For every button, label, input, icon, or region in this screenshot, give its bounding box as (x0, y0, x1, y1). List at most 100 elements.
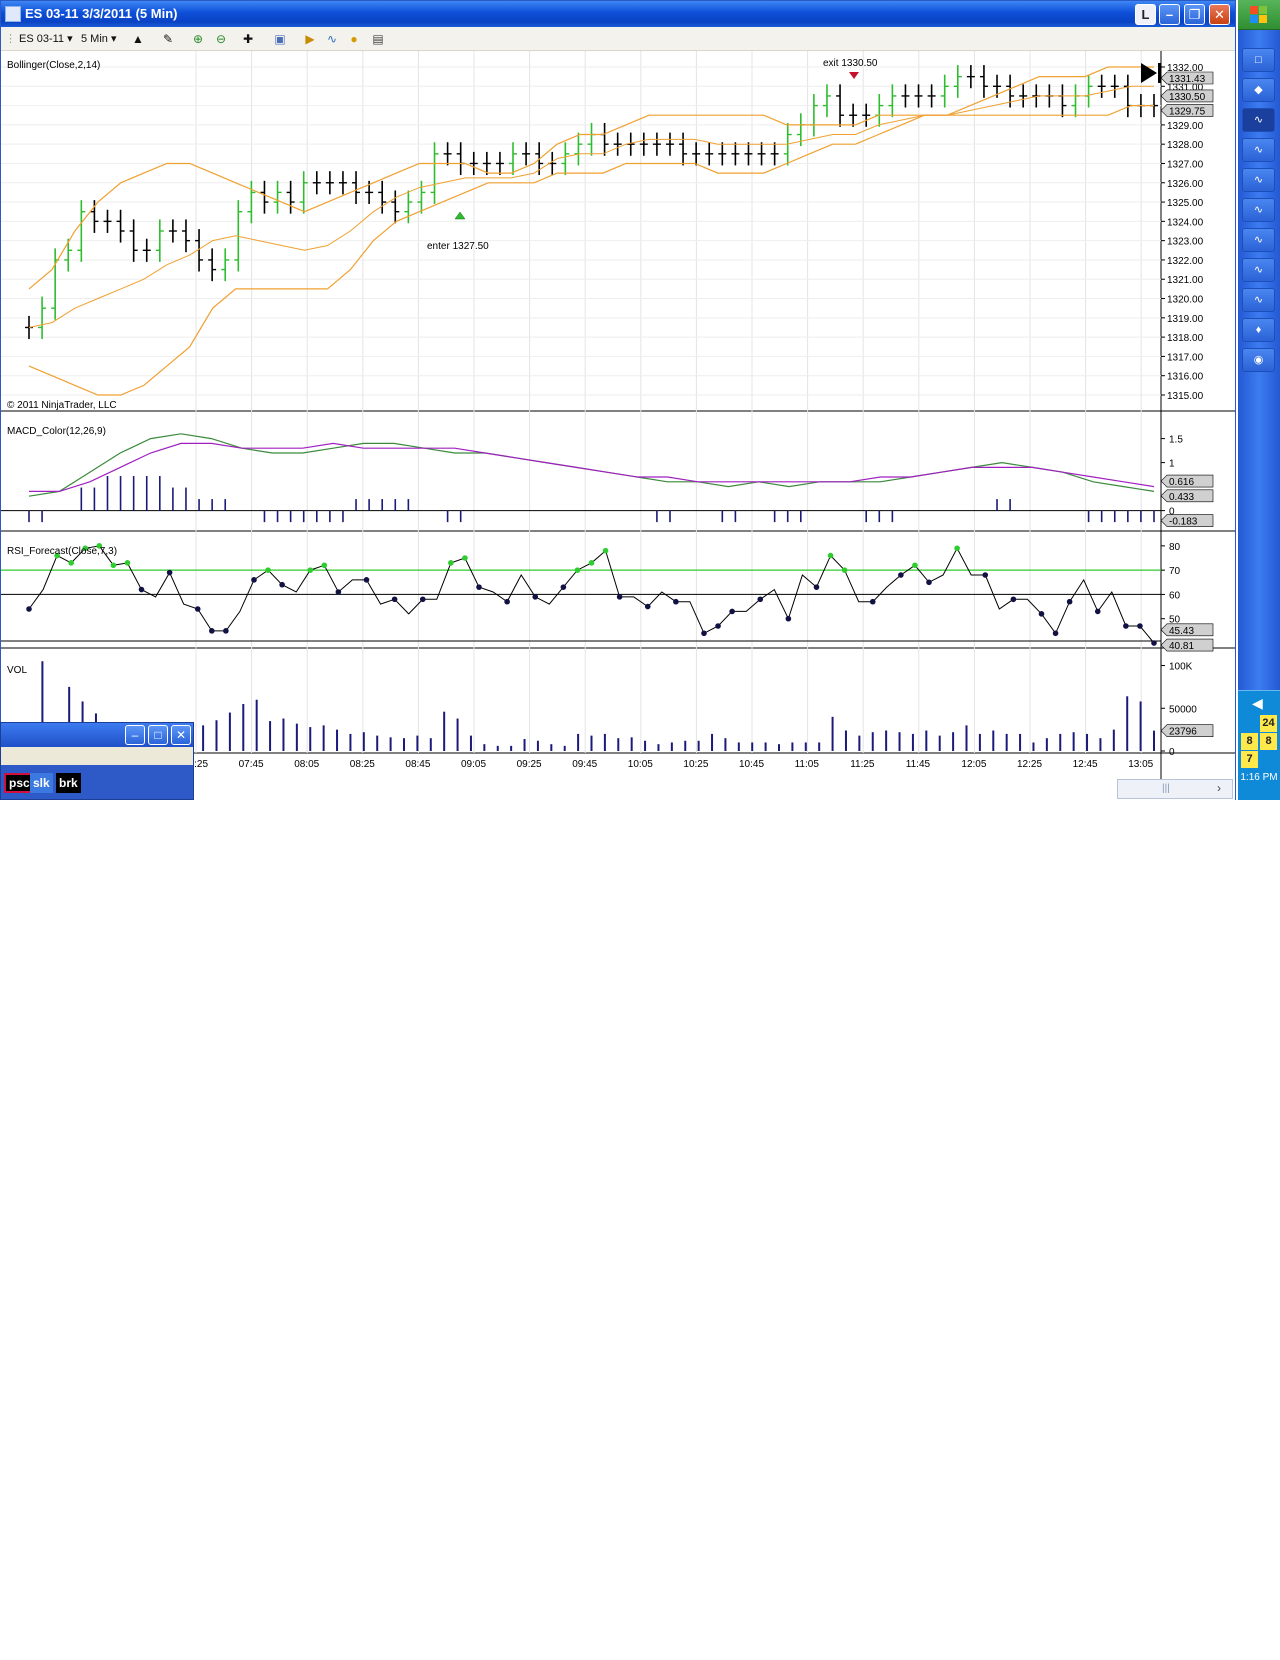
title-bar[interactable]: ES 03-11 3/3/2011 (5 Min) L – ❐ ✕ (1, 1, 1235, 27)
data-box-icon[interactable]: ▤ (371, 32, 385, 46)
scroll-thumb-grip[interactable]: ||| (1162, 783, 1170, 794)
rsi-dot (209, 628, 215, 634)
task-item-firefox[interactable]: ◉ (1242, 348, 1275, 372)
tray-number-1[interactable]: 24 (1260, 715, 1277, 732)
properties-icon[interactable]: ▣ (273, 32, 287, 46)
zoom-in-icon[interactable]: ⊕ (191, 32, 205, 46)
indicators-icon[interactable]: ∿ (325, 32, 339, 46)
start-button[interactable] (1238, 0, 1280, 30)
rsi-dot (279, 581, 285, 588)
price-tick-label: 1329.00 (1167, 121, 1204, 132)
rsi-dot (673, 598, 679, 605)
task-item-chart-5[interactable]: ∿ (1242, 228, 1275, 252)
task-item-window-1[interactable]: □ (1242, 48, 1275, 72)
window-title: ES 03-11 3/3/2011 (5 Min) (25, 6, 178, 21)
task-item-chart-7[interactable]: ∿ (1242, 288, 1275, 312)
rsi-dot (954, 545, 960, 552)
instrument-selector[interactable]: ES 03-11 ▾ (19, 27, 73, 51)
rsi-dot (138, 586, 145, 593)
restore-icon[interactable]: ❐ (1184, 4, 1205, 25)
floating-window-titlebar[interactable]: – □ ✕ (1, 723, 193, 747)
rsi-dot (419, 596, 426, 603)
rsi-dot (982, 572, 989, 578)
tray-number-2[interactable]: 8 (1241, 733, 1258, 750)
rsi-dot (715, 623, 721, 629)
taskbar: □ ◆ ∿ ∿ ∿ ∿ ∿ ∿ ∿ ♦ ◉ ◀ 24 8 8 7 1:16 PM (1238, 0, 1280, 800)
price-tick-label: 1318.00 (1167, 333, 1204, 344)
horizontal-scrollbar[interactable]: ||| (1117, 779, 1233, 799)
rsi-dot (504, 598, 510, 605)
rsi-dot (1010, 596, 1017, 603)
rsi-dot (602, 547, 609, 554)
rsi-dot (476, 584, 482, 590)
volume-panel-label: VOL (7, 665, 27, 676)
time-label: 07:45 (239, 759, 264, 770)
rsi-dot (26, 606, 32, 612)
tag-slk[interactable]: slk (30, 773, 53, 793)
price-tick-label: 1326.00 (1167, 179, 1204, 190)
chart-window-icon (5, 6, 21, 22)
task-item-chart-3[interactable]: ∿ (1242, 168, 1275, 192)
rsi-dot (1094, 608, 1101, 615)
price-badge-lower: 1329.75 (1169, 106, 1206, 117)
tag-brk[interactable]: brk (56, 773, 81, 793)
macd-tick-label: 1.5 (1169, 435, 1183, 446)
time-label: 08:45 (405, 759, 430, 770)
instrument-label: ES 03-11 (19, 33, 65, 45)
floating-minimize-icon[interactable]: – (125, 725, 145, 745)
macd-badge-histogram: -0.183 (1169, 517, 1198, 528)
task-item-chart-6[interactable]: ∿ (1242, 258, 1275, 282)
rsi-dot (785, 615, 792, 622)
task-item-window-2[interactable]: ◆ (1242, 78, 1275, 102)
price-tick-label: 1328.00 (1167, 140, 1204, 151)
macd-tick-label: 1 (1169, 459, 1175, 470)
scroll-right-icon[interactable]: › (1217, 781, 1221, 795)
task-item-chart-4[interactable]: ∿ (1242, 198, 1275, 222)
exit-annotation: exit 1330.50 (823, 58, 878, 69)
tray-number-4[interactable]: 7 (1241, 751, 1258, 768)
task-item-chart-2[interactable]: ∿ (1242, 138, 1275, 162)
task-item-chart-active[interactable]: ∿ (1242, 108, 1275, 132)
chart-area[interactable]: 07:25 07:45 08:05 08:25 08:45 09:05 09:25 09:45… (1, 51, 1235, 801)
floating-close-icon[interactable]: ✕ (171, 725, 191, 745)
macd-badge-signal: 0.433 (1169, 492, 1194, 503)
price-tick-label: 1322.00 (1167, 256, 1204, 267)
task-item-app[interactable]: ♦ (1242, 318, 1275, 342)
price-tick-label: 1315.00 (1167, 391, 1204, 402)
interval-selector[interactable]: 5 Min ▾ (81, 27, 116, 51)
time-label: 11:05 (795, 759, 820, 770)
tray-expand-icon[interactable]: ◀ (1252, 695, 1263, 712)
rsi-dot (124, 560, 131, 566)
minimize-icon[interactable]: – (1159, 4, 1180, 25)
rsi-tick-label: 70 (1169, 566, 1181, 577)
chart-toolbar: ⋮ ES 03-11 ▾ 5 Min ▾ ▲ ✎ ⊕ ⊖ ✚ ▣ ▶ ∿ ● ▤ (1, 27, 1235, 51)
price-tick-label: 1321.00 (1167, 275, 1204, 286)
time-label: 11:25 (850, 759, 875, 770)
rsi-dot (926, 579, 932, 586)
currency-icon[interactable]: ● (347, 32, 361, 46)
rsi-dot (574, 567, 581, 573)
strategies-icon[interactable]: ▶ (303, 32, 317, 46)
bar-style-icon[interactable]: ▲ (131, 32, 145, 46)
drawing-tool-icon[interactable]: ✎ (161, 32, 175, 46)
zoom-out-icon[interactable]: ⊖ (214, 32, 228, 46)
rsi-dot (869, 598, 876, 605)
crosshair-icon[interactable]: ✚ (241, 32, 255, 46)
rsi-dot (1123, 623, 1129, 629)
floating-window: – □ ✕ psc slk brk (0, 722, 194, 800)
link-button[interactable]: L (1135, 4, 1156, 25)
toolbar-grip: ⋮ (5, 33, 16, 45)
close-icon[interactable]: ✕ (1209, 4, 1230, 25)
rsi-dot (729, 608, 735, 615)
time-label: 10:25 (683, 759, 708, 770)
floating-maximize-icon[interactable]: □ (148, 725, 168, 745)
rsi-dot (363, 577, 370, 583)
time-label: 08:25 (350, 759, 375, 770)
clock[interactable]: 1:16 PM (1238, 772, 1280, 783)
rsi-dot (757, 596, 764, 603)
system-tray: ◀ 24 8 8 7 (1238, 690, 1280, 800)
rsi-dot (391, 596, 398, 603)
tray-number-3[interactable]: 8 (1260, 733, 1277, 750)
time-label: 09:25 (517, 759, 542, 770)
rsi-dot (194, 606, 201, 612)
